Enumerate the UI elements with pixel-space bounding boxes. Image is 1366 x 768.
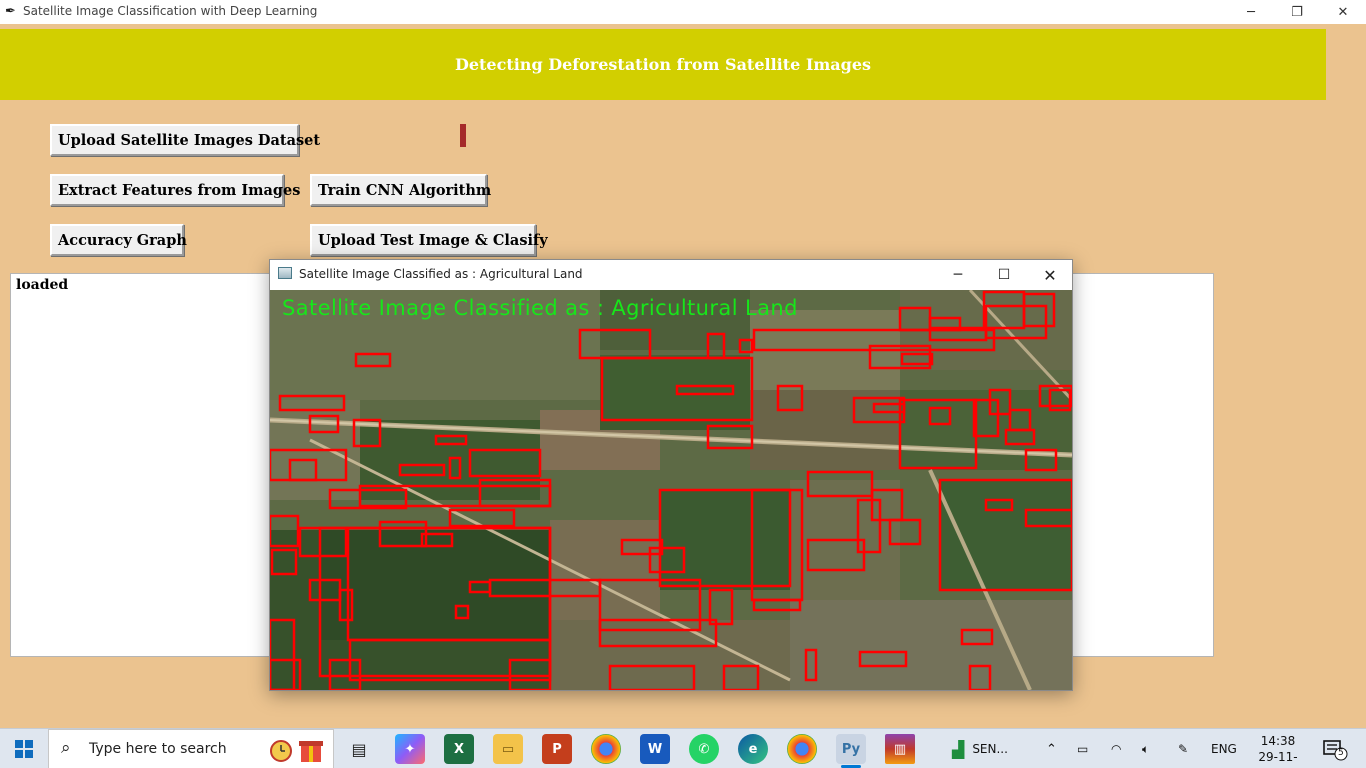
clock[interactable]: 14:38 29-11-2024 <box>1244 733 1312 768</box>
stock-widget[interactable]: ▟ SEN... <box>952 729 1008 768</box>
file-explorer-icon[interactable]: ▭ <box>493 734 523 764</box>
pen-icon[interactable]: ✎ <box>1178 729 1188 768</box>
classification-overlay-text: Satellite Image Classified as : Agricult… <box>282 296 798 320</box>
volume-icon[interactable]: 🔈︎ <box>1142 729 1149 768</box>
classified-satellite-image: Satellite Image Classified as : Agricult… <box>270 290 1072 690</box>
popup-close-button[interactable]: ✕ <box>1027 260 1073 290</box>
notification-count: 5 <box>1338 748 1344 758</box>
start-button[interactable] <box>0 729 48 768</box>
close-button[interactable]: ✕ <box>1320 0 1366 24</box>
minimize-button[interactable]: ─ <box>1228 0 1274 24</box>
stock-chart-icon: ▟ <box>952 739 965 759</box>
satellite-image <box>270 290 1072 690</box>
notification-center-button[interactable]: 5 <box>1322 737 1348 761</box>
search-box[interactable]: ⌕ Type here to search <box>48 729 334 768</box>
train-cnn-button[interactable]: Train CNN Algorithm <box>310 174 491 206</box>
search-highlight-icon <box>270 740 323 762</box>
task-view-icon[interactable]: ▤ <box>344 734 374 764</box>
restore-button[interactable]: ❐ <box>1274 0 1320 24</box>
clock-time: 14:38 <box>1260 734 1296 748</box>
clock-date: 29-11-2024 <box>1258 750 1298 768</box>
notification-icon <box>1323 740 1348 761</box>
feather-icon: ✒ <box>5 4 16 19</box>
search-icon: ⌕ <box>61 738 71 758</box>
excel-icon[interactable]: X <box>444 734 474 764</box>
popup-maximize-button[interactable]: ☐ <box>981 260 1027 290</box>
classification-titlebar: Satellite Image Classified as : Agricult… <box>270 260 1072 290</box>
classification-window: Satellite Image Classified as : Agricult… <box>269 259 1073 691</box>
search-placeholder: Type here to search <box>89 741 227 757</box>
show-hidden-icons-button[interactable]: ⌃ <box>1046 729 1057 768</box>
windows-icon <box>15 740 33 758</box>
whatsapp-icon[interactable]: ✆ <box>689 734 719 764</box>
copilot-icon[interactable]: ✦ <box>395 734 425 764</box>
output-text: loaded <box>16 277 69 293</box>
battery-icon[interactable]: ▭ <box>1077 729 1088 768</box>
language-indicator[interactable]: ENG <box>1211 729 1237 768</box>
header-banner: Detecting Deforestation from Satellite I… <box>0 29 1326 100</box>
upload-dataset-button[interactable]: Upload Satellite Images Dataset <box>50 124 320 156</box>
stock-label: SEN... <box>972 742 1008 756</box>
winrar-icon[interactable]: ▥ <box>885 734 915 764</box>
chrome-icon[interactable] <box>591 734 621 764</box>
powerpoint-icon[interactable]: P <box>542 734 572 764</box>
python-icon[interactable]: Py <box>836 734 866 764</box>
image-window-icon <box>278 267 292 279</box>
wifi-icon[interactable]: ◠ <box>1111 729 1121 768</box>
accuracy-graph-button[interactable]: Accuracy Graph <box>50 224 187 256</box>
window-titlebar: ✒ Satellite Image Classification with De… <box>0 0 1366 24</box>
word-icon[interactable]: W <box>640 734 670 764</box>
taskbar: ⌕ Type here to search ▤ ✦ X ▭ P W ✆ e Py… <box>0 728 1366 768</box>
classification-window-title: Satellite Image Classified as : Agricult… <box>299 267 583 281</box>
banner-title: Detecting Deforestation from Satellite I… <box>454 55 872 74</box>
upload-test-image-button[interactable]: Upload Test Image & Clasify <box>310 224 548 256</box>
popup-minimize-button[interactable]: ─ <box>935 260 981 290</box>
edge-icon[interactable]: e <box>738 734 768 764</box>
extract-features-button[interactable]: Extract Features from Images <box>50 174 300 206</box>
window-title: Satellite Image Classification with Deep… <box>23 4 318 18</box>
chrome-profile-icon[interactable] <box>787 734 817 764</box>
path-label-marker <box>460 124 466 147</box>
